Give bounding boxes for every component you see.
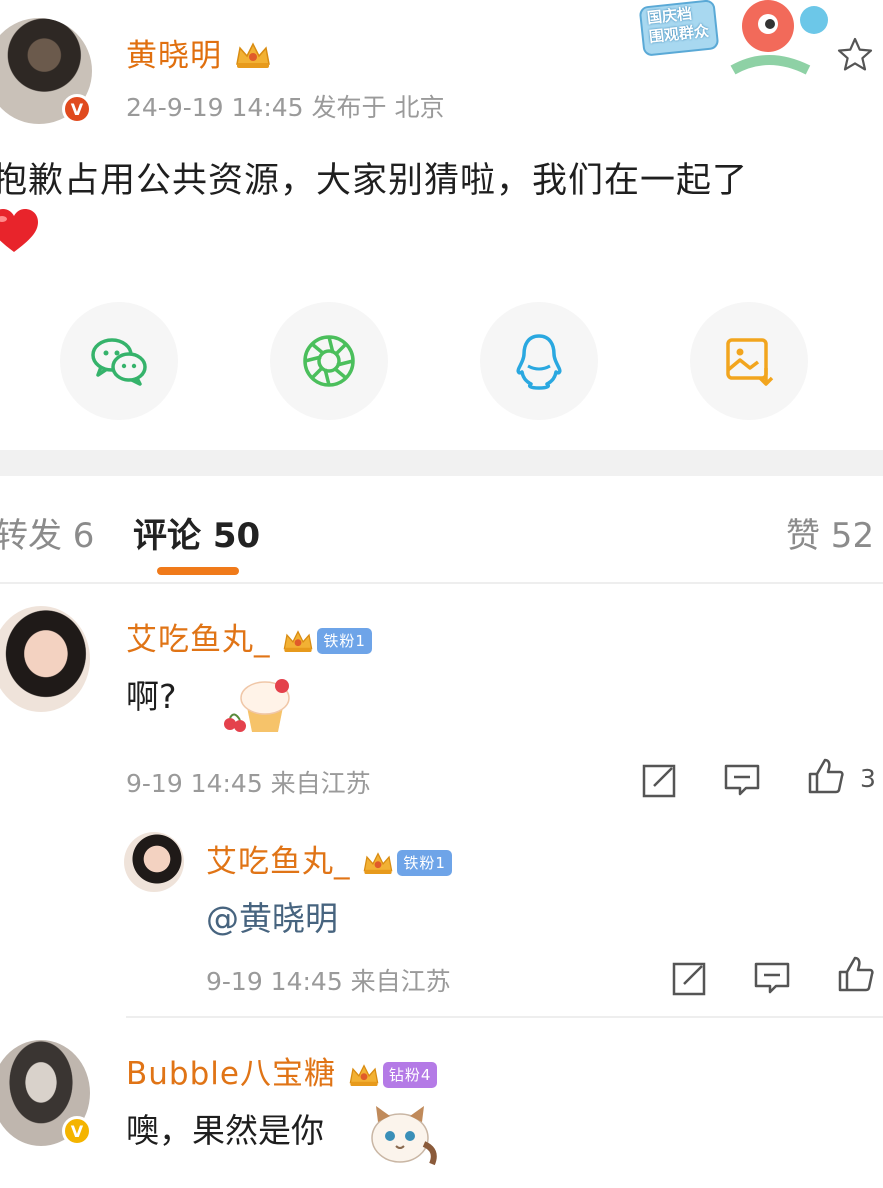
- cake-sticker-icon: [224, 679, 290, 732]
- favorite-star-icon[interactable]: [836, 36, 874, 74]
- crown-icon: [235, 42, 270, 68]
- share-qq-button[interactable]: [480, 302, 598, 420]
- save-image-icon: [726, 338, 774, 386]
- fan-level-badge: 钻粉4: [382, 1061, 438, 1088]
- event-badge-label: 国庆档 围观群众: [646, 3, 710, 47]
- crown-icon: [363, 852, 393, 875]
- reply-meta: 9-19 14:45 来自江苏: [206, 967, 451, 996]
- post-body-text: 抱歉占用公共资源，大家别猜啦，我们在一起了: [0, 161, 749, 201]
- active-tab-indicator: [157, 567, 239, 575]
- post-author-name-text: 黄晓明: [126, 38, 222, 74]
- commenter-name[interactable]: 艾吃鱼丸_ 铁粉1: [126, 614, 372, 659]
- crown-icon: [283, 630, 313, 653]
- like-thumb-icon[interactable]: [806, 756, 846, 796]
- reply-avatar[interactable]: [124, 832, 184, 892]
- verified-badge-icon: V: [62, 1116, 92, 1146]
- commenter-name-text: Bubble八宝糖: [126, 1056, 336, 1092]
- comment-text: 啊?: [126, 677, 177, 716]
- tabs-divider: [0, 582, 883, 584]
- post-author-name[interactable]: 黄晓明: [126, 30, 273, 75]
- tab-repost[interactable]: 转发 6: [0, 508, 94, 557]
- comment-text: 噢，果然是你: [126, 1111, 324, 1150]
- tab-likes[interactable]: 赞 52: [786, 508, 874, 557]
- share-wechat-button[interactable]: [60, 302, 178, 420]
- reply-commenter-name[interactable]: 艾吃鱼丸_ 铁粉1: [206, 836, 452, 881]
- post-meta: 24-9-19 14:45 发布于 北京: [126, 93, 445, 122]
- commenter-name[interactable]: Bubble八宝糖 钻粉4: [126, 1048, 438, 1093]
- like-thumb-icon[interactable]: [836, 954, 876, 994]
- qq-icon: [516, 334, 562, 390]
- commenter-name-text: 艾吃鱼丸_: [126, 622, 271, 658]
- verified-badge-icon: V: [62, 94, 92, 124]
- save-image-button[interactable]: [690, 302, 808, 420]
- crown-icon: [349, 1064, 379, 1087]
- comment-icon[interactable]: [752, 958, 792, 998]
- moments-icon: [303, 335, 355, 387]
- comment-divider: [126, 1016, 883, 1018]
- comment-icon[interactable]: [722, 760, 762, 800]
- commenter-avatar[interactable]: [0, 606, 90, 712]
- share-moments-button[interactable]: [270, 302, 388, 420]
- red-heart-emoji: [0, 209, 38, 252]
- reply-text-mention[interactable]: @黄晓明: [206, 892, 338, 940]
- section-divider: [0, 450, 883, 476]
- like-count: 3: [860, 764, 876, 793]
- cat-sticker-icon: [371, 1106, 437, 1166]
- tab-comments[interactable]: 评论 50: [133, 508, 260, 557]
- wechat-icon: [91, 338, 147, 386]
- comment-meta: 9-19 14:45 来自江苏: [126, 769, 371, 798]
- repost-icon[interactable]: [670, 958, 710, 998]
- fan-level-badge: 铁粉1: [317, 627, 372, 654]
- reply-commenter-name-text: 艾吃鱼丸_: [206, 844, 351, 880]
- fan-level-badge: 铁粉1: [397, 849, 452, 876]
- repost-icon[interactable]: [640, 760, 680, 800]
